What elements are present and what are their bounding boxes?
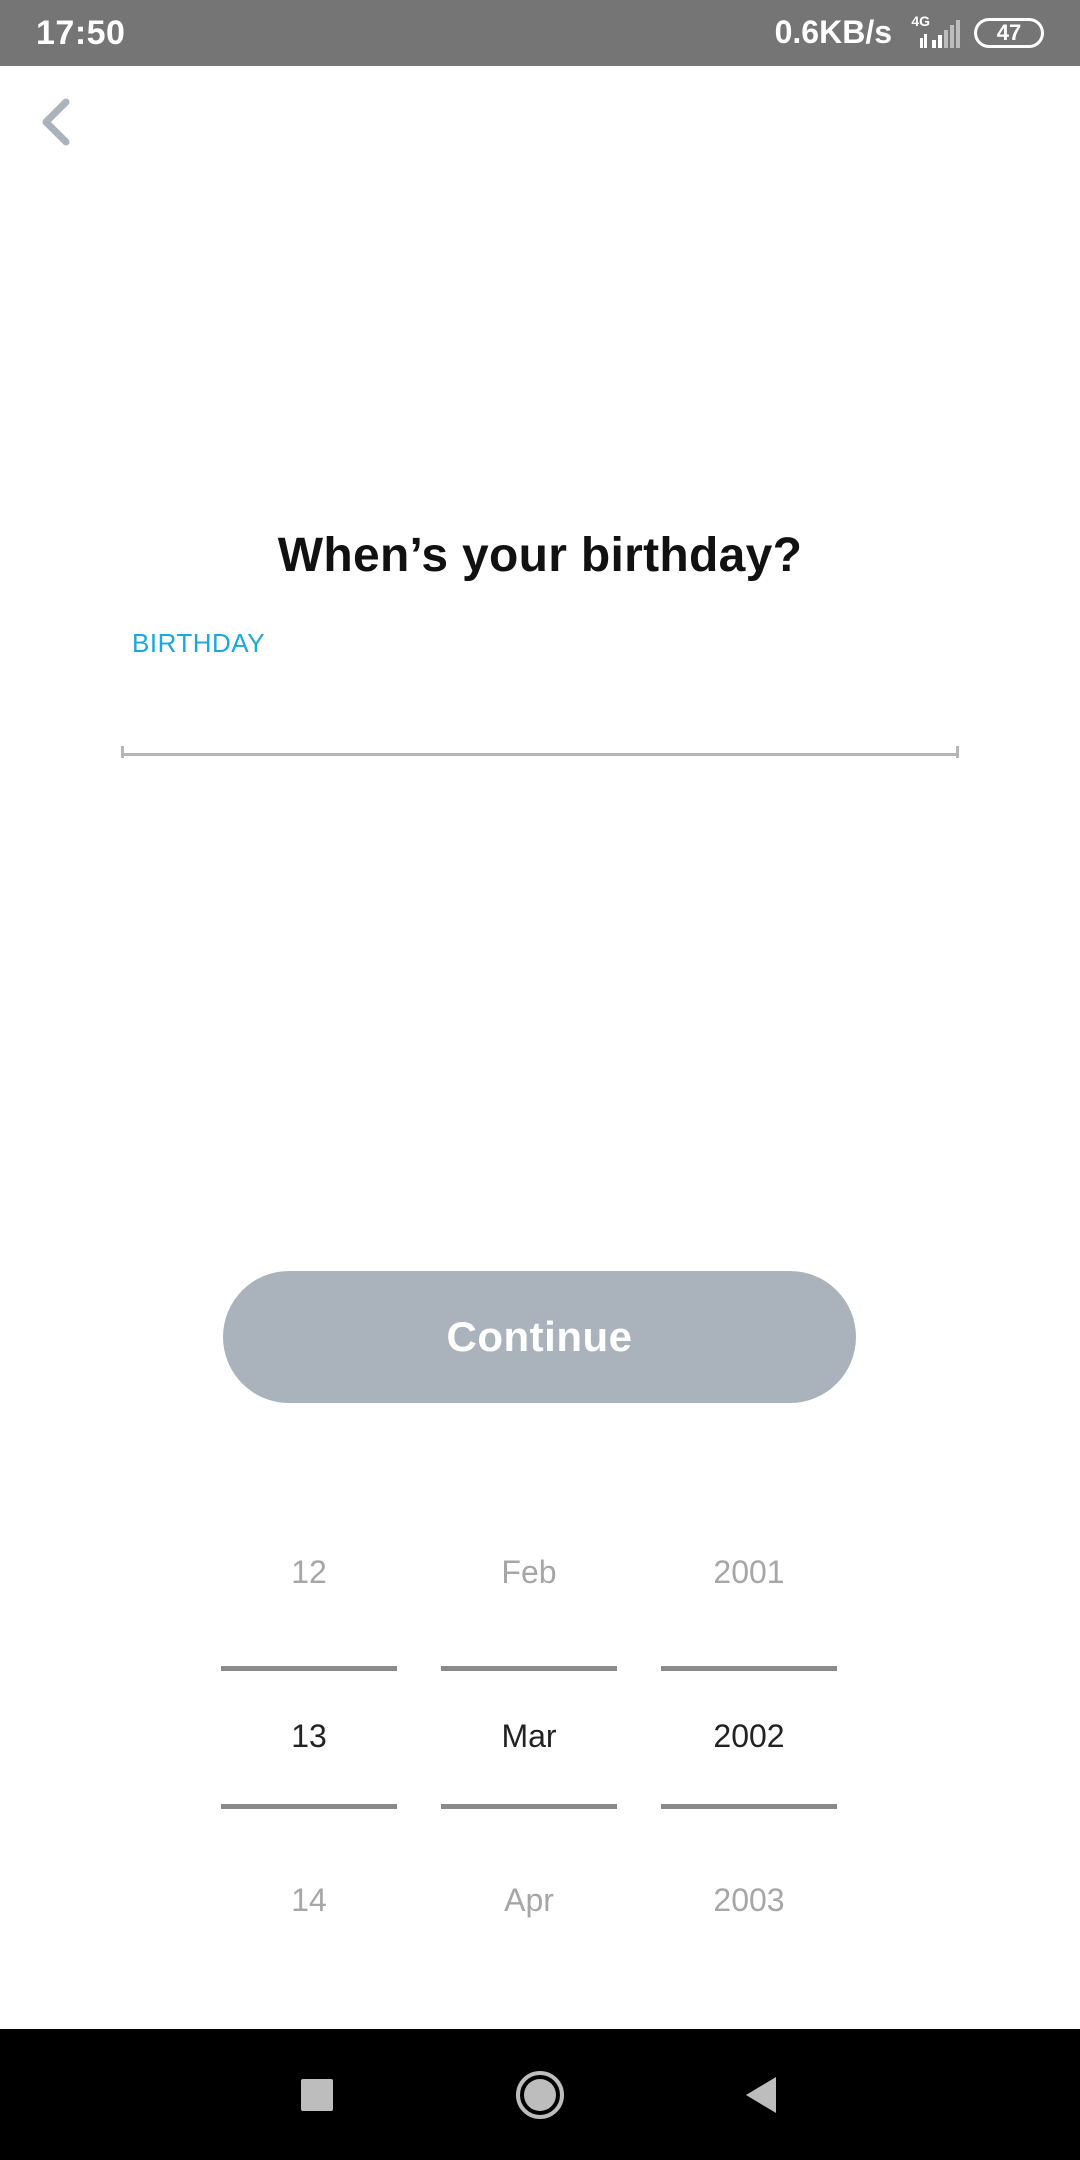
field-underline-tick [956,746,959,758]
year-picker[interactable]: 2001 2002 2003 [661,1530,837,1950]
field-underline-tick [121,746,124,758]
month-option-selected[interactable]: Mar [441,1718,617,1755]
day-picker[interactable]: 12 13 14 [221,1530,397,1950]
picker-divider [441,1804,617,1809]
day-option-selected[interactable]: 13 [221,1718,397,1755]
battery-icon: 47 [974,18,1044,48]
network-speed: 0.6KB/s [774,14,892,50]
month-option-prev[interactable]: Feb [441,1554,617,1591]
month-picker[interactable]: Feb Mar Apr [441,1530,617,1950]
picker-divider [441,1666,617,1671]
picker-divider [221,1666,397,1671]
page-title: When’s your birthday? [277,529,803,582]
birthday-label: BIRTHDAY [132,628,266,658]
signal-icon [920,20,960,48]
battery-level: 47 [996,20,1022,45]
picker-divider [221,1804,397,1809]
picker-divider [661,1666,837,1671]
circle-icon [524,2079,556,2111]
day-option-prev[interactable]: 12 [221,1554,397,1591]
back-button[interactable] [36,94,76,150]
picker-divider [661,1804,837,1809]
system-back-button[interactable] [700,2029,820,2160]
birthday-field[interactable] [122,660,958,756]
home-button[interactable] [480,2029,600,2160]
year-option-next[interactable]: 2003 [661,1882,837,1919]
year-option-prev[interactable]: 2001 [661,1554,837,1591]
status-bar: 17:50 0.6KB/s 4G 47 [0,0,1080,66]
year-option-selected[interactable]: 2002 [661,1718,837,1755]
day-option-next[interactable]: 14 [221,1882,397,1919]
month-option-next[interactable]: Apr [441,1882,617,1919]
recent-apps-button[interactable] [256,2029,376,2160]
triangle-left-icon [746,2077,776,2113]
chevron-left-icon [42,98,70,146]
status-time: 17:50 [36,14,126,52]
continue-button[interactable]: Continue [223,1271,856,1403]
navigation-bar [0,2029,1080,2160]
square-icon [301,2079,333,2111]
